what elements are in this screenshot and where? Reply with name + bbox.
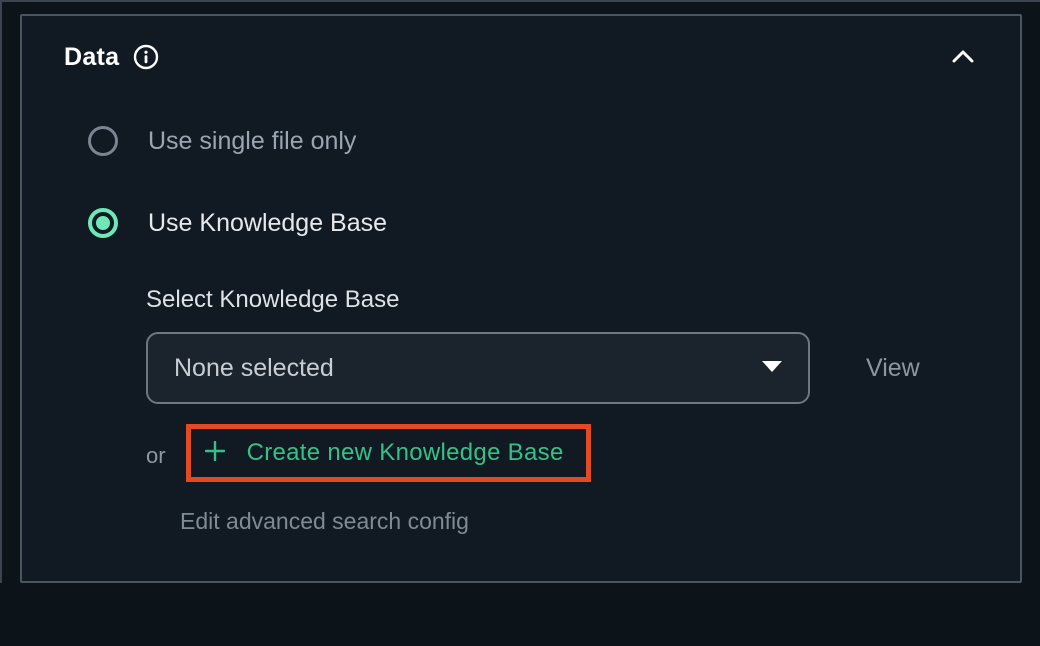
data-panel: Data Use single file only	[20, 14, 1022, 583]
create-new-kb-label: Create new Knowledge Base	[247, 439, 564, 467]
data-panel-header[interactable]: Data	[22, 16, 1020, 82]
select-kb-row: None selected View	[146, 332, 980, 404]
view-kb-link[interactable]: View	[866, 354, 920, 383]
kb-select-value: None selected	[174, 354, 334, 383]
radio-label: Use Knowledge Base	[148, 209, 387, 238]
radio-label: Use single file only	[148, 127, 356, 156]
kb-select-dropdown[interactable]: None selected	[146, 332, 810, 404]
knowledge-base-section: Select Knowledge Base None selected View…	[88, 286, 980, 535]
create-kb-row: or Create new Knowledge Base	[146, 424, 980, 482]
radio-knowledge-base[interactable]: Use Knowledge Base	[88, 208, 980, 238]
or-text: or	[146, 437, 166, 469]
radio-button-icon	[88, 126, 118, 156]
chevron-up-icon[interactable]	[948, 42, 982, 72]
edit-advanced-search-link[interactable]: Edit advanced search config	[146, 508, 980, 535]
caret-down-icon	[762, 361, 782, 375]
radio-button-selected-icon	[88, 208, 118, 238]
plus-icon	[205, 441, 225, 466]
panel-title: Data	[64, 43, 119, 72]
radio-dot-icon	[96, 216, 110, 230]
create-new-kb-button[interactable]: Create new Knowledge Base	[186, 424, 591, 482]
info-icon[interactable]	[133, 44, 159, 70]
select-kb-label: Select Knowledge Base	[146, 286, 980, 314]
page-root: Data Use single file only	[0, 0, 1040, 583]
data-panel-body: Use single file only Use Knowledge Base …	[22, 82, 1020, 581]
radio-single-file[interactable]: Use single file only	[88, 126, 980, 156]
